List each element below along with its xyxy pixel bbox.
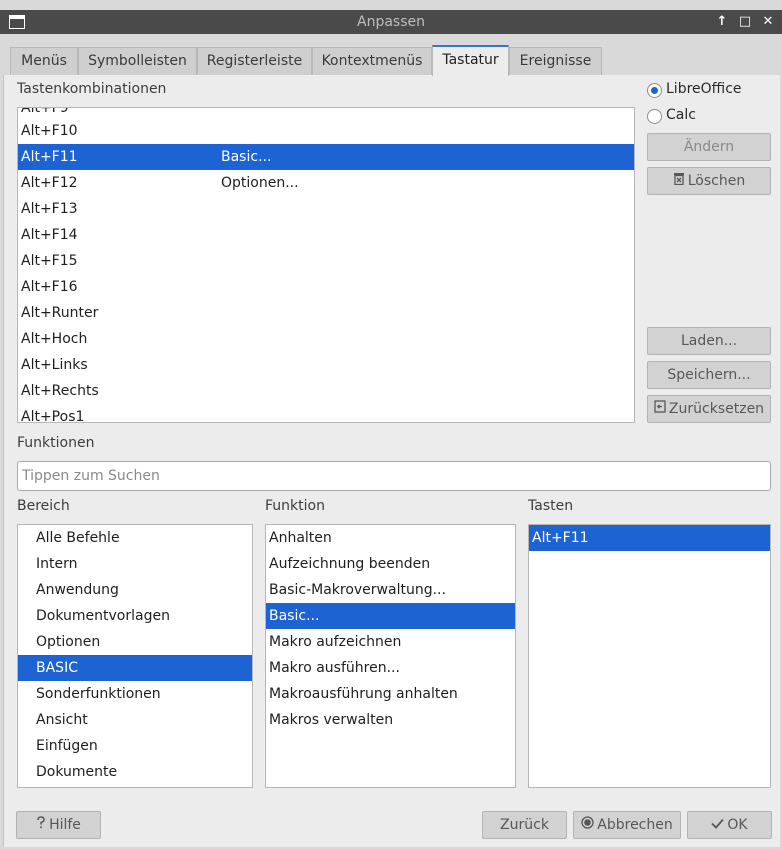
list-item[interactable]: Ansicht: [18, 707, 252, 733]
shortcut-key: Alt+Runter: [21, 305, 99, 321]
reset-button[interactable]: Zurücksetzen: [647, 395, 771, 423]
delete-icon: [673, 168, 685, 194]
check-icon: [711, 812, 725, 838]
shortcut-key: Alt+F14: [21, 227, 78, 243]
list-item[interactable]: Makro aufzeichnen: [266, 629, 515, 655]
load-button-label: Laden...: [680, 333, 738, 349]
maximize-icon[interactable]: □: [735, 12, 755, 32]
list-item[interactable]: Basic-Makroverwaltung...: [266, 577, 515, 603]
shortcut-key: Alt+F15: [21, 253, 78, 269]
list-item[interactable]: Alt+Runter: [18, 300, 634, 326]
cancel-icon: [581, 812, 594, 838]
tab-kontextmenues[interactable]: Kontextmenüs: [312, 47, 432, 75]
list-item[interactable]: Alt+F14: [18, 222, 634, 248]
tab-tastatur[interactable]: Tastatur: [432, 45, 509, 76]
list-item[interactable]: Alt+F12 Optionen...: [18, 170, 634, 196]
tab-registerleiste[interactable]: Registerleiste: [197, 47, 312, 75]
libreoffice-radio-label: LibreOffice: [666, 81, 742, 97]
load-button[interactable]: Laden...: [647, 327, 771, 355]
shortcut-key: Alt+F13: [21, 201, 78, 217]
shortcut-key: Alt+Pos1: [21, 409, 85, 423]
delete-button[interactable]: Löschen: [647, 167, 771, 195]
function-label: Funktion: [265, 498, 325, 514]
keys-label: Tasten: [528, 498, 574, 514]
list-item[interactable]: Dokumente: [18, 759, 252, 785]
modify-button[interactable]: Ändern: [647, 133, 771, 161]
list-item[interactable]: Anhalten: [266, 525, 515, 551]
help-icon: [36, 812, 46, 838]
help-button-label: Hilfe: [49, 817, 81, 833]
back-button[interactable]: Zurück: [482, 811, 567, 839]
list-item-selected[interactable]: Basic...: [266, 603, 515, 629]
modify-button-label: Ändern: [683, 139, 735, 155]
list-item-selected[interactable]: Alt+F11: [529, 525, 770, 551]
list-item[interactable]: Alt+Rechts: [18, 378, 634, 404]
function-list[interactable]: Anhalten Aufzeichnung beenden Basic-Makr…: [265, 524, 516, 788]
calc-radio[interactable]: [647, 109, 662, 124]
shortcut-key: Alt+Links: [21, 357, 88, 373]
back-button-label: Zurück: [500, 817, 549, 833]
tab-symbolleisten[interactable]: Symbolleisten: [78, 47, 197, 75]
calc-radio-label: Calc: [666, 107, 696, 123]
list-item[interactable]: Alt+F15: [18, 248, 634, 274]
shortcut-key: Alt+F9: [21, 107, 69, 116]
list-item[interactable]: Anwendung: [18, 577, 252, 603]
shortcut-function: Basic...: [221, 149, 272, 165]
save-button-label: Speichern...: [667, 367, 751, 383]
shortcut-keys-label: Tastenkombinationen: [17, 81, 167, 97]
list-item[interactable]: Makros verwalten: [266, 707, 515, 733]
ok-button-label: OK: [727, 817, 748, 833]
list-item[interactable]: Alt+Hoch: [18, 326, 634, 352]
list-item[interactable]: Alt+F16: [18, 274, 634, 300]
list-item[interactable]: Alt+F10: [18, 118, 634, 144]
list-item[interactable]: Alle Befehle: [18, 525, 252, 551]
shortcut-function: Optionen...: [221, 175, 299, 191]
list-item[interactable]: Makro ausführen...: [266, 655, 515, 681]
window-title: Anpassen: [357, 14, 425, 30]
tab-bar: Menüs Symbolleisten Registerleiste Konte…: [10, 45, 780, 76]
shortcut-key: Alt+F11: [21, 149, 78, 165]
list-item[interactable]: Aufzeichnung beenden: [266, 551, 515, 577]
shortcut-key: Alt+Rechts: [21, 383, 99, 399]
list-item[interactable]: Dokumentvorlagen: [18, 603, 252, 629]
tab-menues[interactable]: Menüs: [10, 47, 78, 75]
save-button[interactable]: Speichern...: [647, 361, 771, 389]
list-item[interactable]: Alt+Pos1: [18, 404, 634, 423]
list-item[interactable]: Alt+F13: [18, 196, 634, 222]
help-button[interactable]: Hilfe: [16, 811, 101, 839]
function-search-input[interactable]: Tippen zum Suchen: [17, 461, 771, 491]
close-icon[interactable]: ✕: [758, 12, 778, 32]
shortcut-key: Alt+F10: [21, 123, 78, 139]
list-item[interactable]: Einfügen: [18, 733, 252, 759]
libreoffice-radio[interactable]: [647, 83, 662, 98]
shortcut-key: Alt+Hoch: [21, 331, 88, 347]
shortcut-key: Alt+F12: [21, 175, 78, 191]
functions-label: Funktionen: [17, 435, 95, 451]
shortcut-key: Alt+F16: [21, 279, 78, 295]
list-item-selected[interactable]: BASIC: [18, 655, 252, 681]
list-item-selected[interactable]: Alt+F11 Basic...: [18, 144, 634, 170]
cancel-button-label: Abbrechen: [597, 817, 673, 833]
window-icon: [9, 15, 25, 29]
category-list[interactable]: Alle Befehle Intern Anwendung Dokumentvo…: [17, 524, 253, 788]
list-item[interactable]: Makroausführung anhalten: [266, 681, 515, 707]
delete-button-label: Löschen: [687, 173, 746, 189]
ok-button[interactable]: OK: [687, 811, 772, 839]
list-item[interactable]: Sonderfunktionen: [18, 681, 252, 707]
cancel-button[interactable]: Abbrechen: [573, 811, 681, 839]
tab-ereignisse[interactable]: Ereignisse: [509, 47, 602, 75]
category-label: Bereich: [17, 498, 70, 514]
list-item[interactable]: Intern: [18, 551, 252, 577]
keep-above-icon[interactable]: ↑: [712, 12, 732, 32]
list-item[interactable]: Alt+Links: [18, 352, 634, 378]
reset-icon: [654, 396, 666, 422]
reset-button-label: Zurücksetzen: [668, 401, 765, 417]
list-item[interactable]: Optionen: [18, 629, 252, 655]
shortcut-keys-list[interactable]: Alt+F9 Alt+F10 Alt+F11 Basic... Alt+F12 Op…: [17, 107, 635, 423]
keys-list[interactable]: Alt+F11: [528, 524, 771, 788]
